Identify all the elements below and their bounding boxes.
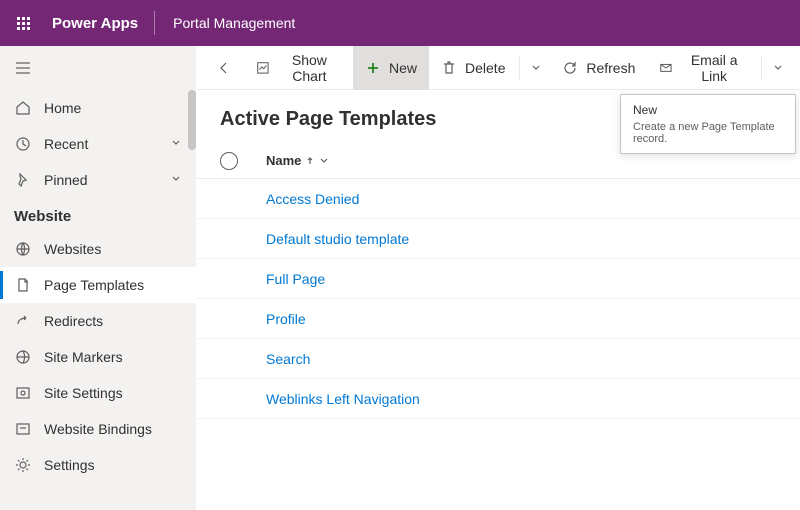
nav-recent[interactable]: Recent xyxy=(0,126,196,162)
table-row[interactable]: Default studio template xyxy=(196,219,800,259)
chevron-down-icon xyxy=(530,62,542,74)
row-link[interactable]: Search xyxy=(266,351,310,367)
show-chart-label: Show Chart xyxy=(278,52,341,84)
email-split-button[interactable] xyxy=(764,46,792,90)
nav-websites[interactable]: Websites xyxy=(0,231,196,267)
chevron-down-icon xyxy=(170,172,182,188)
bindings-icon xyxy=(14,420,32,438)
nav-home[interactable]: Home xyxy=(0,90,196,126)
back-icon xyxy=(216,60,232,76)
delete-label: Delete xyxy=(465,60,505,76)
nav-item-label: Site Markers xyxy=(44,349,123,365)
hamburger-button[interactable] xyxy=(0,46,196,90)
delete-button[interactable]: Delete xyxy=(429,46,517,90)
chevron-down-icon xyxy=(772,62,784,74)
back-button[interactable] xyxy=(204,46,244,90)
nav-pinned-label: Pinned xyxy=(44,172,88,188)
refresh-icon xyxy=(562,60,578,76)
waffle-icon xyxy=(17,17,30,30)
app-name: Power Apps xyxy=(46,15,154,32)
globe-icon xyxy=(14,348,32,366)
page-icon xyxy=(14,276,32,294)
email-link-button[interactable]: Email a Link xyxy=(647,46,759,90)
sidebar: Home Recent Pinned Website Websites Page… xyxy=(0,46,196,510)
nav-item-label: Websites xyxy=(44,241,101,257)
nav-settings[interactable]: Settings xyxy=(0,447,196,483)
nav-redirects[interactable]: Redirects xyxy=(0,303,196,339)
scrollbar[interactable] xyxy=(188,90,196,150)
nav-item-label: Website Bindings xyxy=(44,421,152,437)
table-row[interactable]: Access Denied xyxy=(196,179,800,219)
column-name-label: Name xyxy=(266,153,301,168)
new-button[interactable]: New xyxy=(353,46,429,90)
nav-item-label: Site Settings xyxy=(44,385,123,401)
clock-icon xyxy=(14,135,32,153)
row-link[interactable]: Full Page xyxy=(266,271,325,287)
globe-icon xyxy=(14,240,32,258)
nav-item-label: Settings xyxy=(44,457,95,473)
row-link[interactable]: Weblinks Left Navigation xyxy=(266,391,420,407)
new-label: New xyxy=(389,60,417,76)
refresh-button[interactable]: Refresh xyxy=(550,46,647,90)
trash-icon xyxy=(441,60,457,76)
plus-icon xyxy=(365,60,381,76)
nav-item-label: Page Templates xyxy=(44,277,144,293)
table-row[interactable]: Weblinks Left Navigation xyxy=(196,379,800,419)
nav-page-templates[interactable]: Page Templates xyxy=(0,267,196,303)
nav-section-website: Website xyxy=(0,198,196,231)
show-chart-button[interactable]: Show Chart xyxy=(244,46,353,90)
chevron-down-icon xyxy=(319,156,329,166)
delete-split-button[interactable] xyxy=(522,46,550,90)
nav-site-markers[interactable]: Site Markers xyxy=(0,339,196,375)
nav-item-label: Redirects xyxy=(44,313,103,329)
gear-icon xyxy=(14,456,32,474)
settings-icon xyxy=(14,384,32,402)
chart-icon xyxy=(256,60,270,76)
sort-asc-icon xyxy=(305,156,315,166)
tooltip: New Create a new Page Template record. xyxy=(620,94,796,154)
home-icon xyxy=(14,99,32,117)
waffle-button[interactable] xyxy=(0,0,46,46)
select-all-checkbox[interactable] xyxy=(220,152,238,170)
table-row[interactable]: Full Page xyxy=(196,259,800,299)
env-name: Portal Management xyxy=(155,15,313,31)
refresh-label: Refresh xyxy=(586,60,635,76)
redirect-icon xyxy=(14,312,32,330)
nav-pinned[interactable]: Pinned xyxy=(0,162,196,198)
nav-website-bindings[interactable]: Website Bindings xyxy=(0,411,196,447)
column-header-name[interactable]: Name xyxy=(266,153,329,168)
table-row[interactable]: Search xyxy=(196,339,800,379)
mail-icon xyxy=(659,60,673,76)
row-link[interactable]: Profile xyxy=(266,311,306,327)
hamburger-icon xyxy=(14,59,32,77)
top-bar: Power Apps Portal Management xyxy=(0,0,800,46)
command-bar: Show Chart New Delete Refresh Email a Li… xyxy=(196,46,800,90)
row-link[interactable]: Default studio template xyxy=(266,231,409,247)
row-link[interactable]: Access Denied xyxy=(266,191,359,207)
pin-icon xyxy=(14,171,32,189)
main-area: Show Chart New Delete Refresh Email a Li… xyxy=(196,46,800,510)
nav-site-settings[interactable]: Site Settings xyxy=(0,375,196,411)
email-link-label: Email a Link xyxy=(681,52,747,84)
tooltip-body: Create a new Page Template record. xyxy=(633,121,783,145)
chevron-down-icon xyxy=(170,136,182,152)
nav-home-label: Home xyxy=(44,100,81,116)
cmd-separator xyxy=(519,56,520,80)
nav-recent-label: Recent xyxy=(44,136,88,152)
cmd-separator xyxy=(761,56,762,80)
tooltip-title: New xyxy=(633,103,783,117)
table-row[interactable]: Profile xyxy=(196,299,800,339)
